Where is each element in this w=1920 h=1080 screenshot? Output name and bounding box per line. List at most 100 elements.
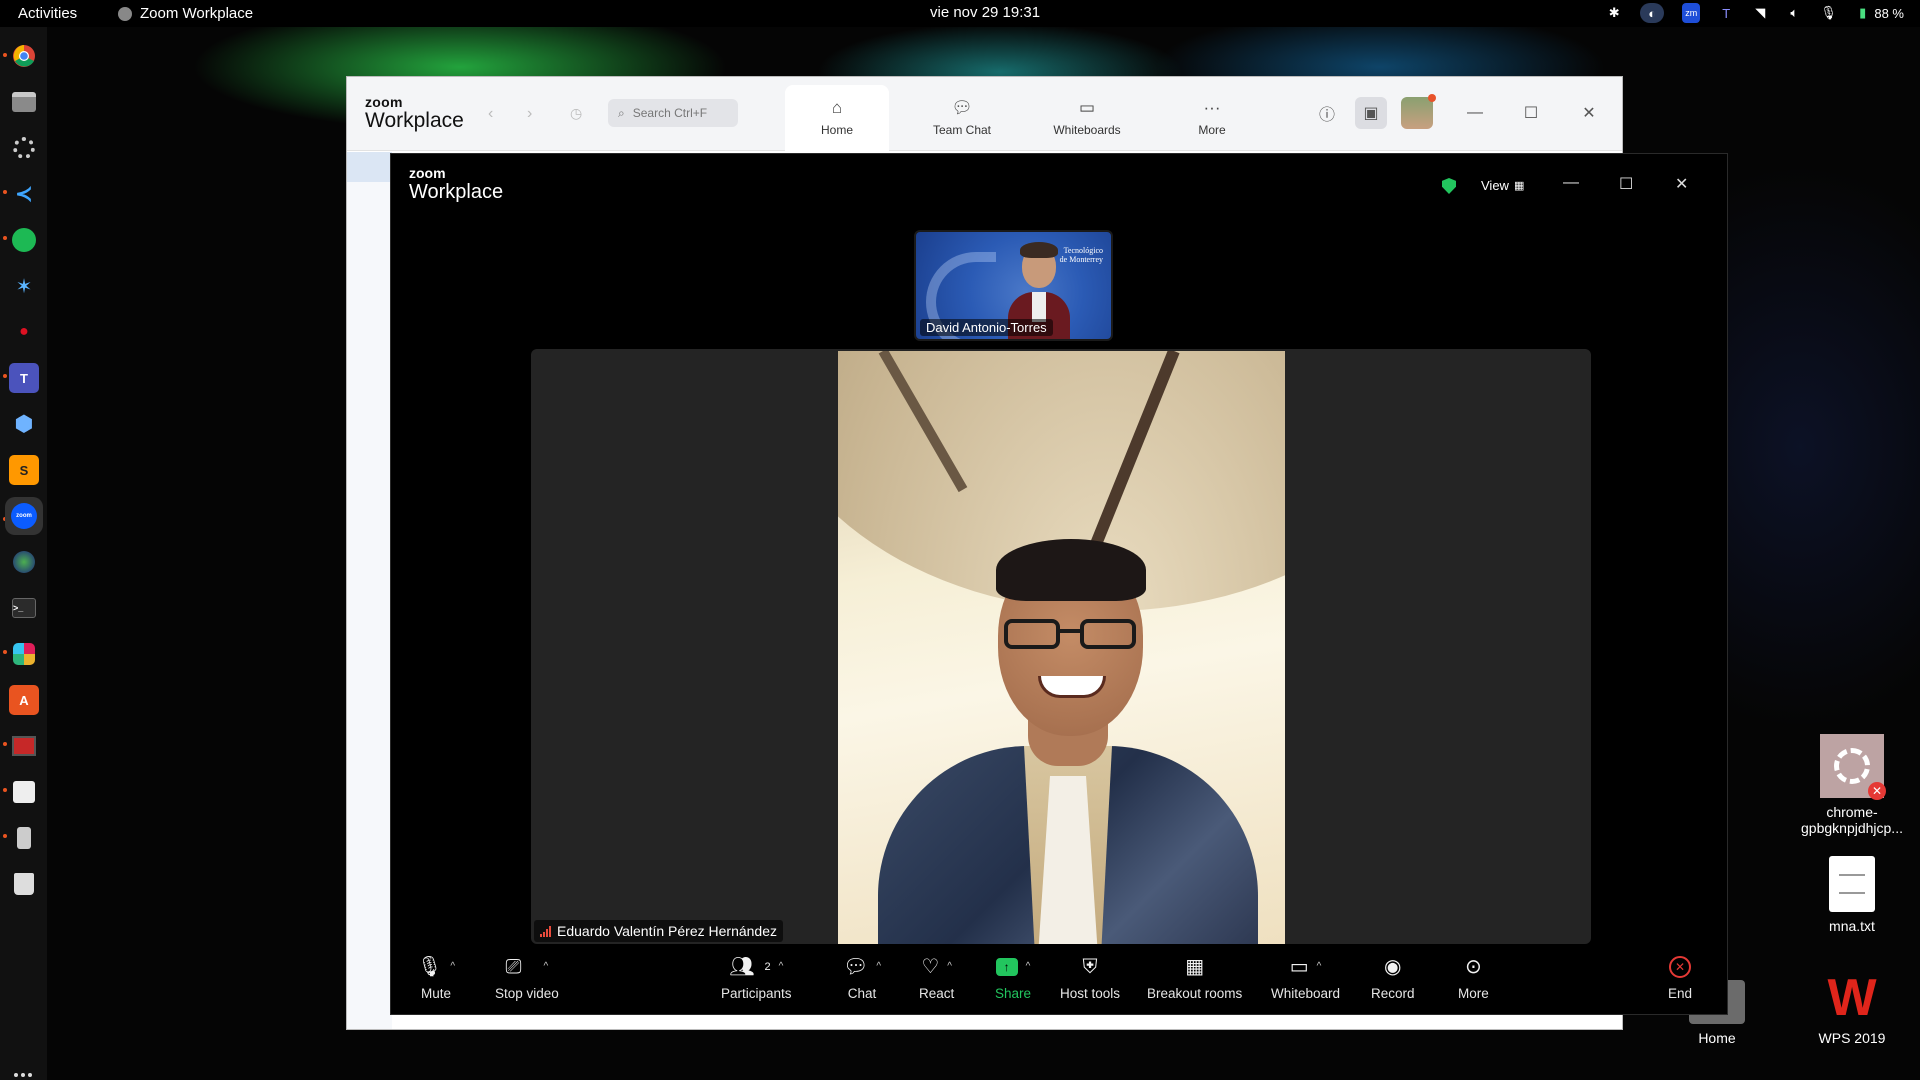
avatar[interactable] — [1401, 94, 1436, 129]
app-tray-icon[interactable]: ◐ — [1640, 3, 1665, 23]
files-icon[interactable] — [9, 87, 39, 117]
chevron-up-icon[interactable]: ^ — [947, 954, 952, 980]
record-button[interactable]: ◉ Record — [1371, 954, 1415, 1001]
gift-icon[interactable]: ▣ — [1355, 97, 1387, 129]
settings-icon[interactable] — [9, 133, 39, 163]
meeting-toolbar: 🎙︎ ^ Mute ⎚ ^ Stop video 👥︎ 2 ^ Participants… — [391, 946, 1727, 1014]
desktop-icon-chrome-app[interactable]: ✕ chrome- gpbgknpjdhjcp... — [1787, 734, 1917, 836]
dock: ≺ ✶ ● T ⬢ S zoom >_ A — [0, 27, 47, 1080]
end-button[interactable]: ✕ End — [1668, 954, 1692, 1001]
whiteboard-icon: ▭ — [1289, 956, 1309, 978]
tab-home[interactable]: ⌂ Home — [785, 85, 889, 151]
host-tools-button[interactable]: ⛨ Host tools — [1060, 954, 1120, 1001]
more-button[interactable]: ⊙ More — [1458, 954, 1489, 1001]
stop-video-button[interactable]: ⎚ ^ Stop video — [495, 954, 559, 1001]
chat-bubbles-icon: 💬︎ — [951, 98, 973, 117]
microphone-icon: 🎙︎ — [417, 956, 443, 978]
clock[interactable]: vie nov 29 19:31 — [930, 4, 1040, 21]
spotify-icon[interactable] — [9, 225, 39, 255]
chat-button[interactable]: 💬︎ ^ Chat — [843, 954, 881, 1001]
minimize-icon[interactable]: — — [1563, 174, 1579, 192]
app-icon[interactable] — [9, 777, 39, 807]
tab-team-chat[interactable]: 💬︎ Team Chat — [910, 85, 1014, 151]
desktop-icon-mna-txt[interactable]: mna.txt — [1787, 856, 1917, 934]
teams-tray-icon[interactable]: T — [1718, 3, 1734, 23]
back-arrow-icon[interactable]: ‹ — [488, 105, 493, 123]
connection-signal-icon — [540, 925, 551, 937]
microphone-icon[interactable]: 🎙︎ — [1820, 3, 1837, 23]
show-apps-icon[interactable] — [14, 1073, 32, 1080]
trash-icon[interactable] — [9, 869, 39, 899]
slack-tray-icon[interactable]: ✱ — [1606, 3, 1622, 23]
app-store-icon[interactable]: A — [9, 685, 39, 715]
participants-button[interactable]: 👥︎ 2 ^ Participants — [721, 954, 792, 1001]
chevron-up-icon[interactable]: ^ — [876, 954, 881, 980]
encryption-shield-icon[interactable] — [1442, 178, 1456, 194]
app-icon[interactable]: ● — [9, 317, 39, 347]
whiteboard-button[interactable]: ▭ ^ Whiteboard — [1271, 954, 1340, 1001]
chevron-up-icon[interactable]: ^ — [450, 954, 455, 980]
more-label: More — [1458, 986, 1489, 1001]
virtualbox-icon[interactable]: ⬢ — [9, 409, 39, 439]
maximize-icon[interactable]: ☐ — [1619, 174, 1633, 194]
react-button[interactable]: ♡ ^ React — [919, 954, 954, 1001]
forward-arrow-icon[interactable]: › — [527, 105, 532, 123]
tab-more[interactable]: ··· More — [1160, 85, 1264, 151]
volume-icon[interactable]: 🔈︎ — [1786, 3, 1802, 23]
participant-thumbnail[interactable]: Tecnológico de Monterrey David Antonio-T… — [914, 230, 1113, 341]
active-speaker-stage[interactable]: Eduardo Valentín Pérez Hernández — [531, 349, 1591, 944]
chrome-icon[interactable] — [9, 41, 39, 71]
desktop-icon-wps[interactable]: W WPS 2019 — [1787, 972, 1917, 1046]
share-screen-icon: ↑ — [995, 958, 1018, 976]
maximize-icon[interactable]: ☐ — [1515, 97, 1547, 129]
search-input[interactable]: ⌕ Search Ctrl+F — [608, 99, 738, 127]
view-button[interactable]: View ▦ — [1481, 178, 1524, 193]
home-icon: ⌂ — [831, 98, 843, 117]
chevron-up-icon[interactable]: ^ — [779, 954, 784, 980]
app-icon[interactable] — [9, 823, 39, 853]
more-dots-icon: ⊙ — [1465, 956, 1482, 978]
zoom-tray-icon[interactable]: zm — [1682, 3, 1701, 23]
app-icon[interactable] — [9, 731, 39, 761]
tab-label: More — [1198, 123, 1226, 137]
help-icon[interactable]: ⓘ — [1311, 97, 1343, 129]
vscode-icon[interactable]: ≺ — [9, 179, 39, 209]
breakout-rooms-icon: ▦ — [1185, 956, 1205, 978]
share-label: Share — [995, 986, 1032, 1001]
video-camera-icon: ⎚ — [505, 956, 522, 978]
close-icon[interactable]: ✕ — [1573, 97, 1605, 129]
participants-label: Participants — [721, 986, 792, 1001]
wifi-icon[interactable]: ◥ — [1752, 3, 1768, 23]
zoom-workplace-logo: zoom Workplace — [409, 166, 503, 202]
zoom-icon[interactable]: zoom — [5, 497, 43, 535]
desktop-icon-label: mna.txt — [1829, 918, 1875, 934]
minimize-icon[interactable]: — — [1459, 97, 1491, 129]
wps-icon: W — [1827, 969, 1877, 1027]
tab-label: Team Chat — [932, 123, 992, 137]
breakout-rooms-button[interactable]: ▦ Breakout rooms — [1147, 954, 1242, 1001]
battery-indicator[interactable]: ▮ 88 % — [1855, 3, 1904, 23]
teams-icon[interactable]: T — [9, 363, 39, 393]
chevron-up-icon[interactable]: ^ — [1317, 954, 1322, 980]
app-icon[interactable] — [9, 547, 39, 577]
chevron-up-icon[interactable]: ^ — [1026, 954, 1031, 980]
close-icon[interactable]: ✕ — [1675, 174, 1688, 194]
end-call-icon: ✕ — [1669, 956, 1692, 978]
tab-whiteboards[interactable]: ▭ Whiteboards — [1035, 85, 1139, 151]
slack-icon[interactable] — [9, 639, 39, 669]
record-icon: ◉ — [1384, 956, 1402, 978]
share-button[interactable]: ↑ ^ Share — [995, 954, 1031, 1001]
shield-icon: ⛨ — [1082, 956, 1098, 978]
focused-app-menu[interactable]: Zoom Workplace — [118, 5, 253, 22]
chevron-up-icon[interactable]: ^ — [544, 954, 549, 980]
main-window-sidebar — [347, 152, 392, 1029]
desktop-icon-label: Home — [1698, 1030, 1736, 1046]
participant-name: David Antonio-Torres — [920, 319, 1053, 336]
terminal-icon[interactable]: >_ — [9, 593, 39, 623]
sublime-icon[interactable]: S — [9, 455, 39, 485]
history-icon[interactable]: ◷ — [570, 105, 582, 122]
record-label: Record — [1371, 986, 1415, 1001]
app-icon[interactable]: ✶ — [9, 271, 39, 301]
activities-button[interactable]: Activities — [18, 5, 77, 22]
mute-button[interactable]: 🎙︎ ^ Mute — [417, 954, 455, 1001]
